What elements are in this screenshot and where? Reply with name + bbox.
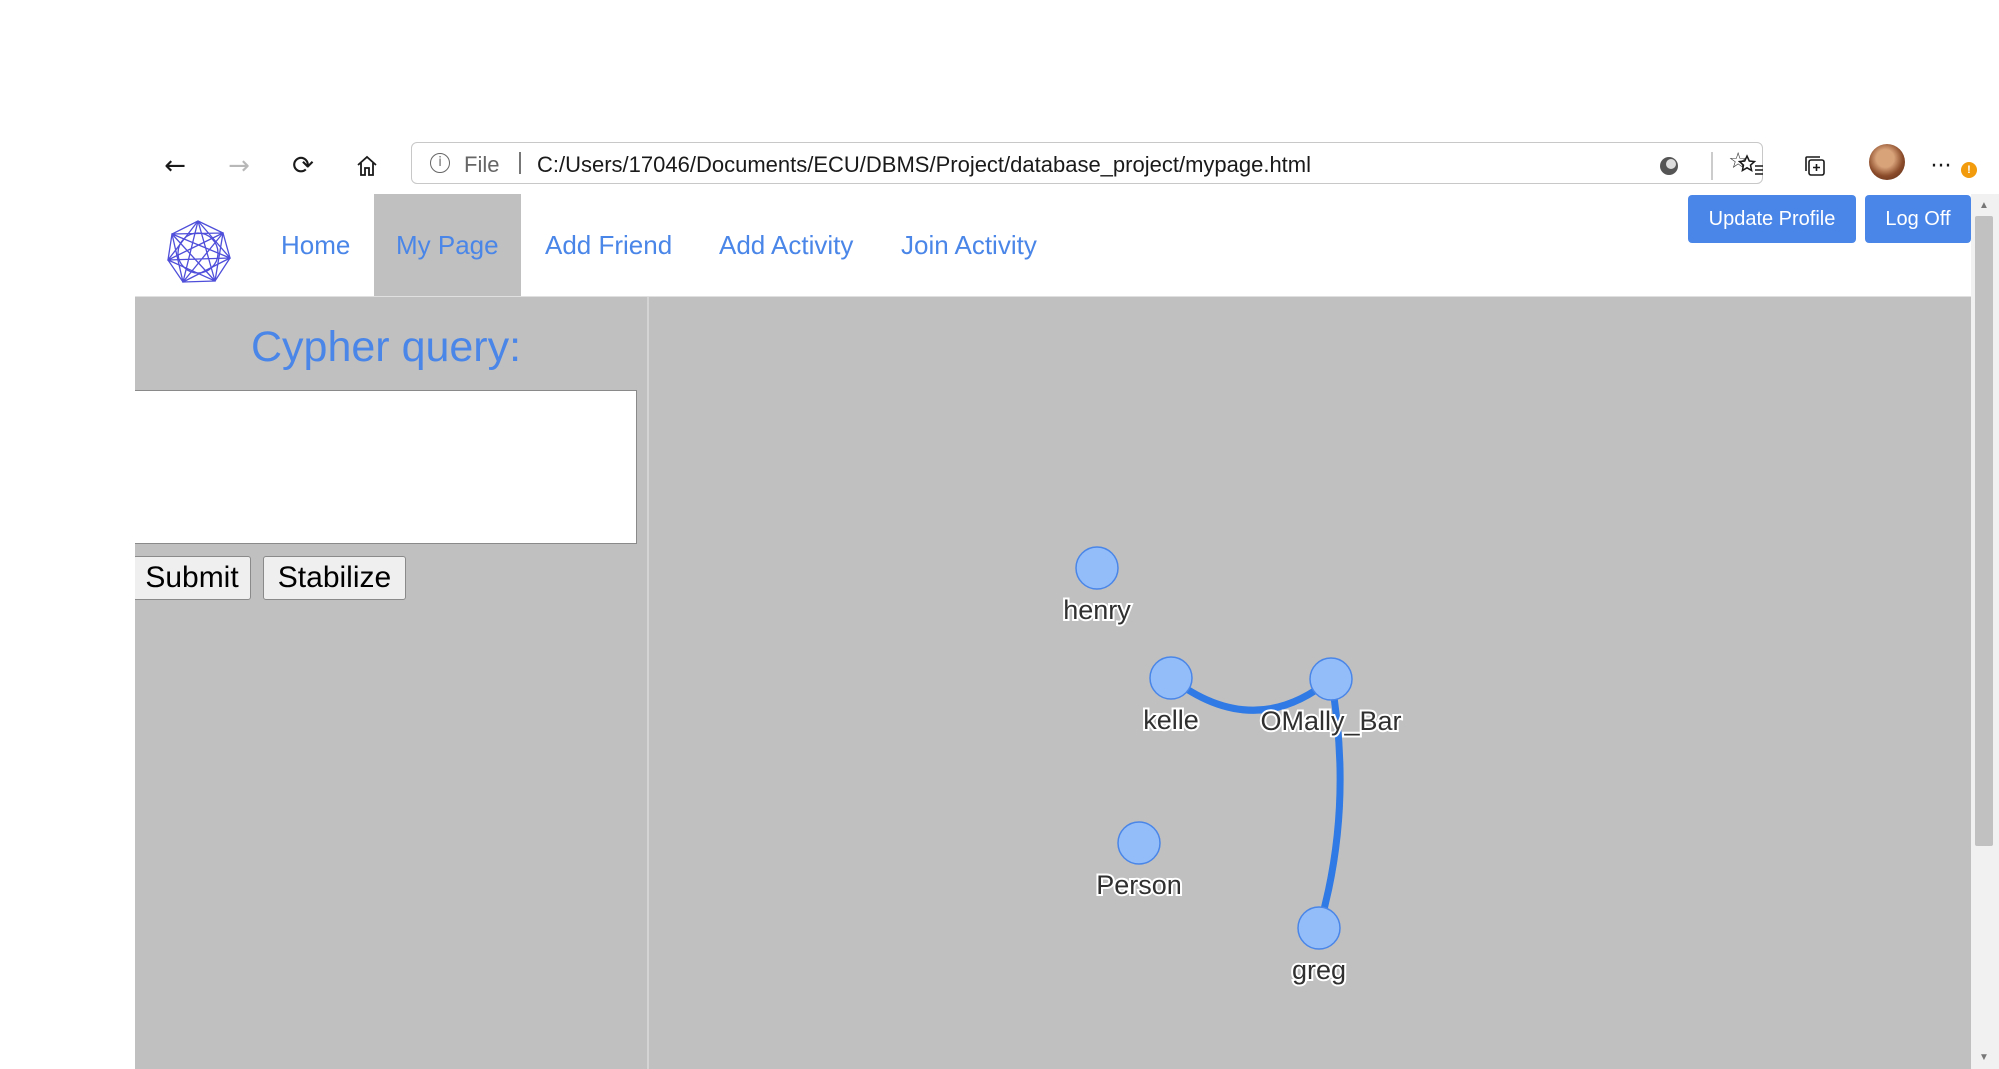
network-logo-icon[interactable] bbox=[163, 218, 233, 288]
graph-node-label: OMally_Bar bbox=[1260, 706, 1401, 736]
nav-add-friend[interactable]: Add Friend bbox=[523, 194, 694, 296]
graph-node-label: greg bbox=[1292, 955, 1346, 985]
cypher-query-title: Cypher query: bbox=[251, 323, 522, 371]
address-bar[interactable]: i File C:/Users/17046/Documents/ECU/DBMS… bbox=[411, 142, 1763, 184]
nav-my-page[interactable]: My Page bbox=[374, 194, 521, 296]
info-icon[interactable]: i bbox=[430, 153, 450, 173]
graph-node-label: kelle bbox=[1143, 705, 1199, 735]
graph-node-label: Person bbox=[1096, 870, 1182, 900]
extension-icon[interactable] bbox=[1649, 148, 1689, 184]
collections-icon[interactable] bbox=[1795, 148, 1835, 184]
query-panel: Cypher query: Submit Stabilize bbox=[135, 297, 647, 1069]
browser-toolbar: ← → ⟳ i File C:/Users/17046/Documents/EC… bbox=[135, 138, 1999, 194]
forward-icon[interactable]: → bbox=[219, 148, 259, 184]
scroll-thumb[interactable] bbox=[1975, 216, 1993, 846]
page-scrollbar[interactable]: ▲ ▼ bbox=[1971, 194, 1999, 1069]
graph-node[interactable] bbox=[1075, 546, 1119, 590]
refresh-icon[interactable]: ⟳ bbox=[283, 148, 323, 184]
cypher-query-input[interactable] bbox=[135, 390, 637, 544]
graph-node-label: henry bbox=[1063, 595, 1131, 625]
file-label: File bbox=[464, 152, 500, 177]
graph-network[interactable]: henry kelle OMally_Bar Person greg bbox=[649, 297, 1971, 1069]
graph-node[interactable] bbox=[1149, 656, 1193, 700]
profile-avatar[interactable] bbox=[1869, 144, 1905, 180]
page-viewport: Home My Page Add Friend Add Activity Joi… bbox=[135, 194, 1971, 1069]
scroll-up-icon[interactable]: ▲ bbox=[1979, 200, 1989, 211]
more-options-icon[interactable]: ··· bbox=[1921, 148, 1961, 184]
home-icon[interactable] bbox=[347, 148, 387, 184]
toolbar-separator bbox=[1711, 152, 1713, 180]
stabilize-button[interactable]: Stabilize bbox=[263, 556, 406, 600]
back-icon[interactable]: ← bbox=[155, 148, 195, 184]
submit-button[interactable]: Submit bbox=[135, 556, 251, 600]
notification-badge: ! bbox=[1961, 162, 1977, 178]
url-text[interactable]: C:/Users/17046/Documents/ECU/DBMS/Projec… bbox=[537, 152, 1311, 178]
log-off-button[interactable]: Log Off bbox=[1865, 195, 1971, 243]
graph-node[interactable] bbox=[1309, 657, 1353, 701]
nav-add-activity[interactable]: Add Activity bbox=[697, 194, 875, 296]
nav-join-activity[interactable]: Join Activity bbox=[879, 194, 1059, 296]
graph-canvas[interactable]: henry kelle OMally_Bar Person greg bbox=[649, 297, 1971, 1069]
address-separator bbox=[519, 152, 521, 174]
graph-node[interactable] bbox=[1117, 821, 1161, 865]
scroll-down-icon[interactable]: ▼ bbox=[1979, 1052, 1989, 1063]
update-profile-button[interactable]: Update Profile bbox=[1688, 195, 1856, 243]
favorites-icon[interactable] bbox=[1731, 148, 1771, 184]
top-navbar: Home My Page Add Friend Add Activity Joi… bbox=[135, 194, 1971, 297]
graph-node[interactable] bbox=[1297, 906, 1341, 950]
nav-home[interactable]: Home bbox=[259, 194, 372, 296]
